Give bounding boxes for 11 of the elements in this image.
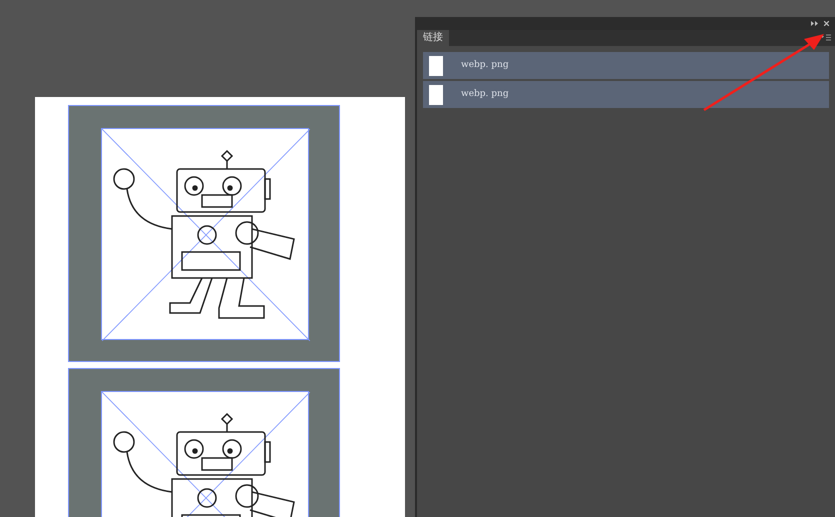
- panel-tab[interactable]: 链接: [417, 30, 449, 46]
- file-name: webp. png: [461, 88, 509, 101]
- link-row[interactable]: webp. png: [423, 81, 829, 108]
- thumbnail: [429, 56, 443, 76]
- close-icon[interactable]: [824, 21, 829, 26]
- thumbnail: [429, 84, 443, 104]
- file-name: webp. png: [461, 58, 509, 72]
- collapse-icon[interactable]: [811, 21, 818, 26]
- image-frame[interactable]: [68, 105, 340, 362]
- menu-icon[interactable]: [821, 34, 831, 42]
- link-row[interactable]: webp. png: [423, 52, 829, 79]
